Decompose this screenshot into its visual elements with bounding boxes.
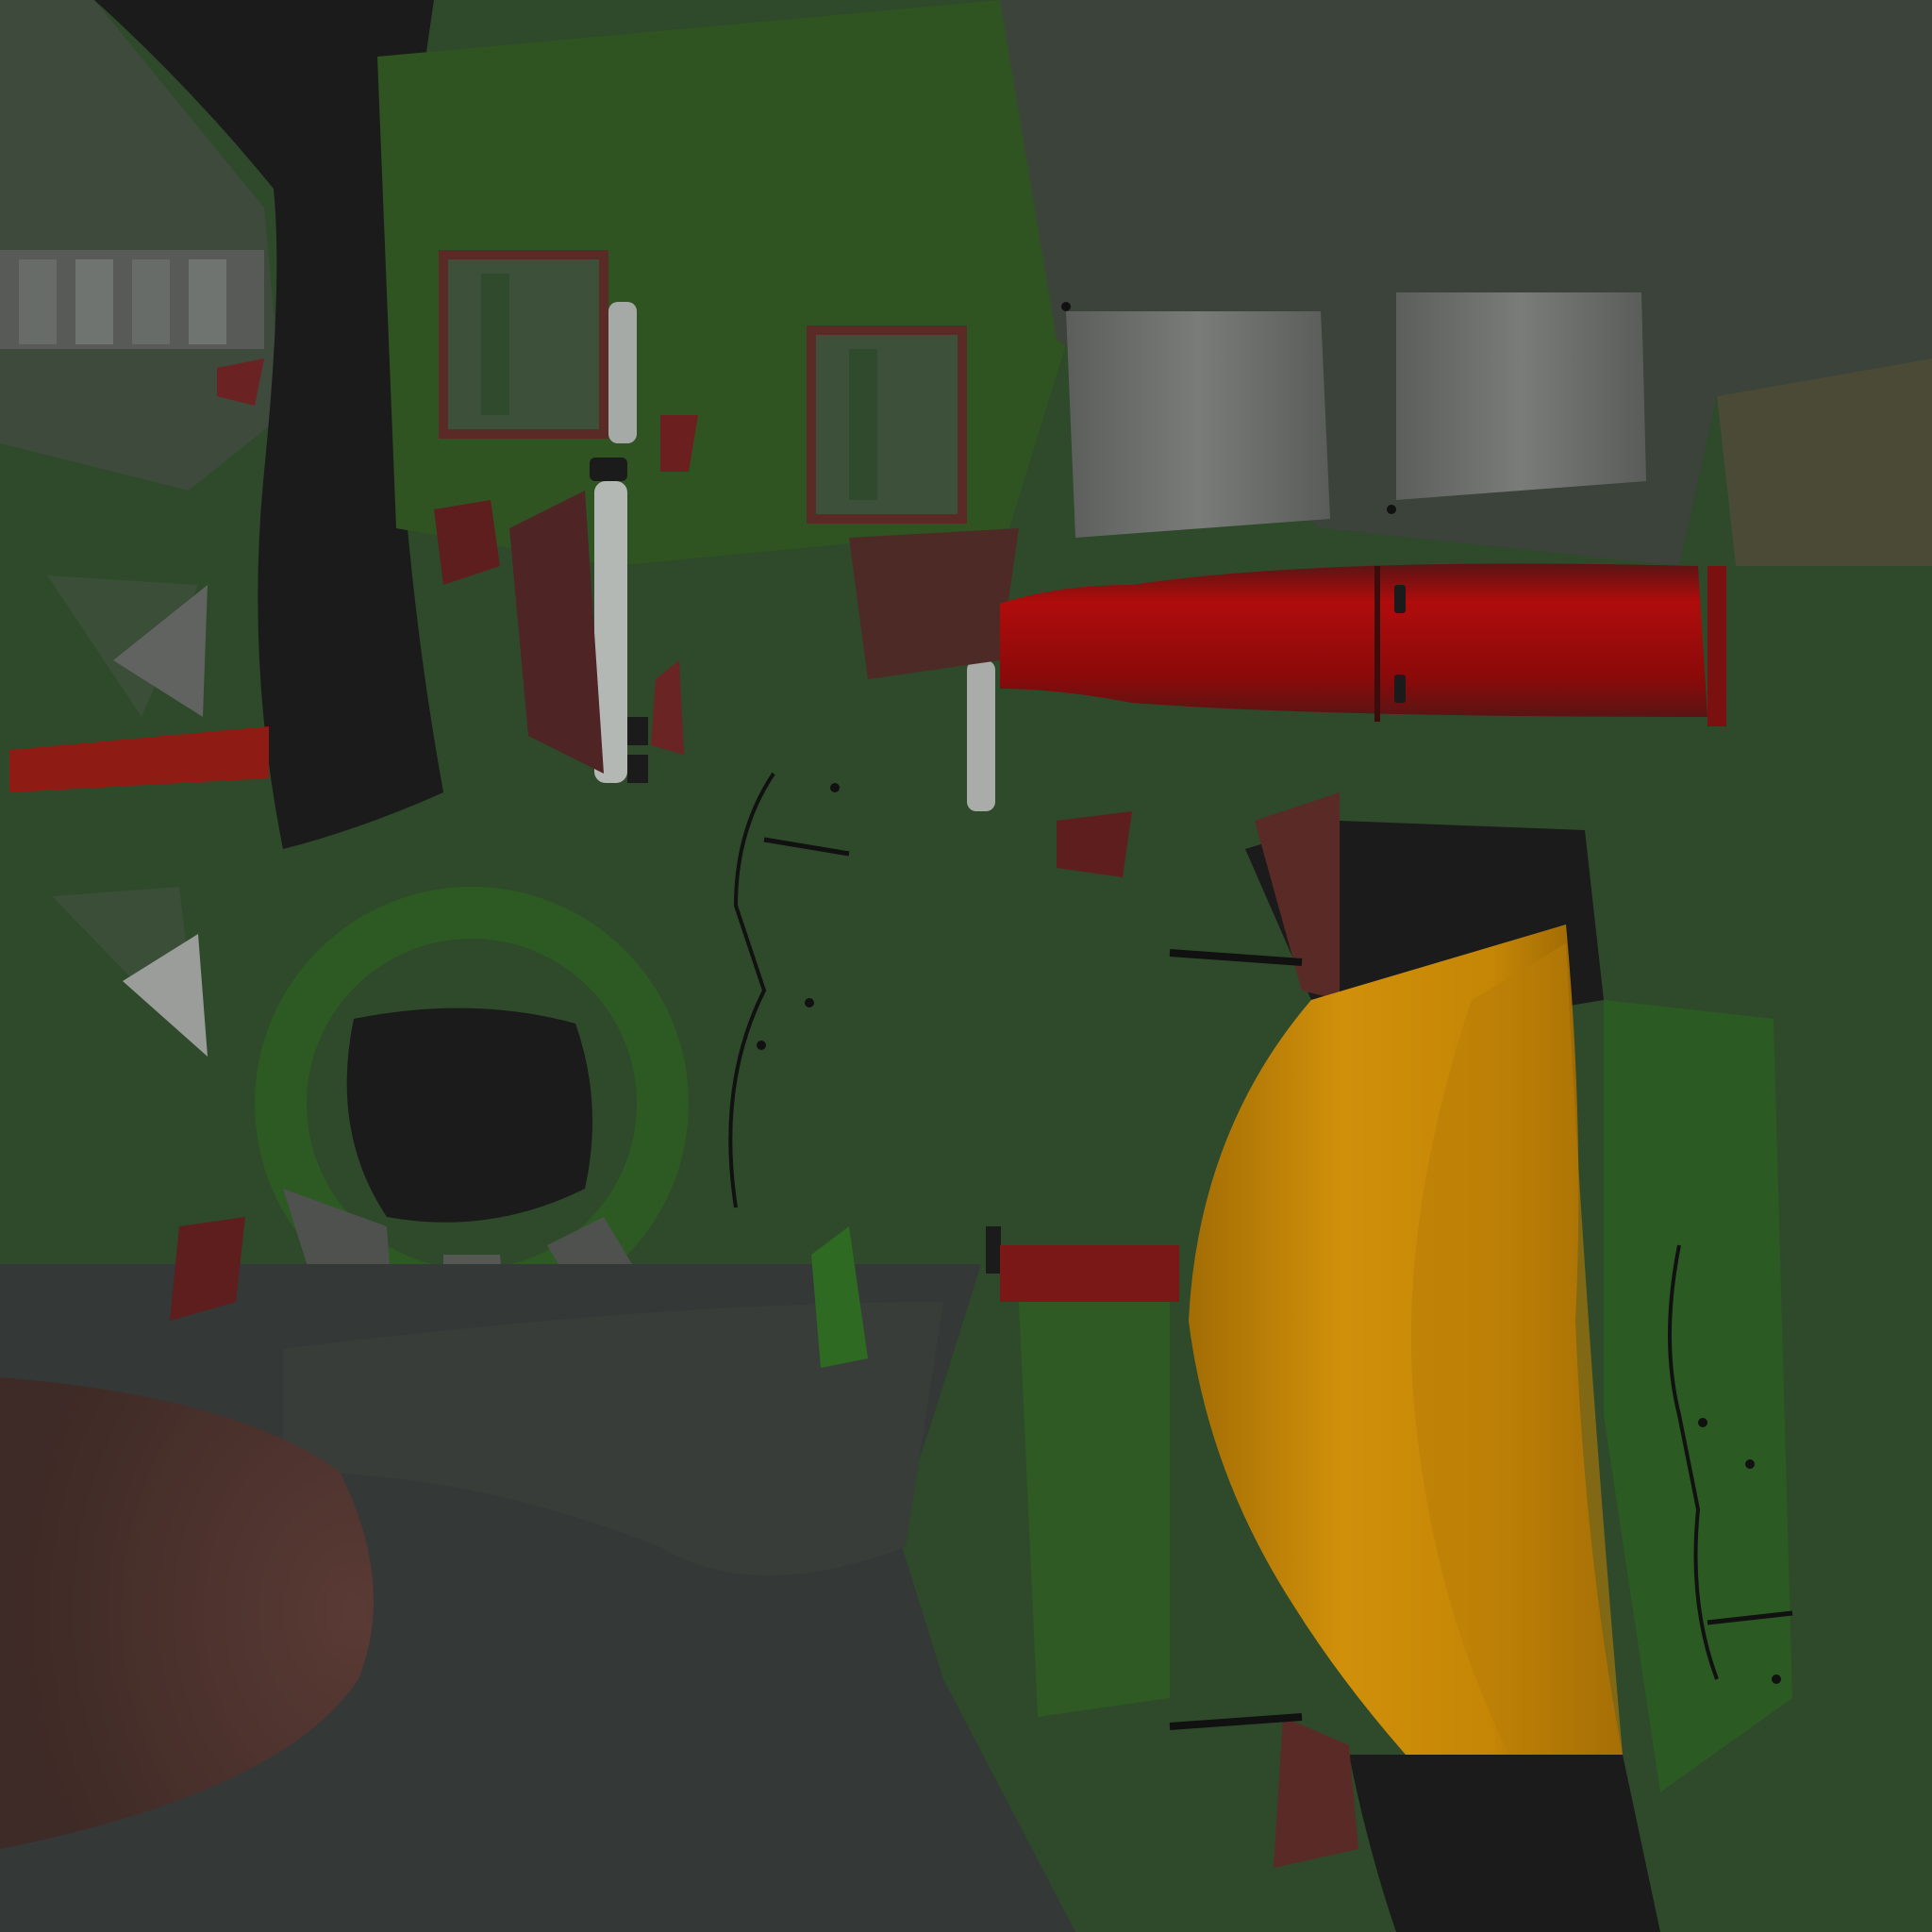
red-tube-end-cap (1707, 566, 1726, 726)
grey-stripe-1 (19, 259, 57, 344)
grey-stripe-2 (75, 259, 113, 344)
upper-panel-right-stripe (849, 349, 877, 500)
black-hole-center (346, 1008, 592, 1223)
dot-1 (1061, 302, 1071, 311)
grey-panel-left (1066, 311, 1330, 538)
grey-stripe-4 (189, 259, 226, 344)
red-small-block (1000, 1245, 1179, 1302)
red-tube-slot-1 (1394, 585, 1406, 613)
dot-4 (805, 998, 814, 1008)
maroon-wedge-5 (1057, 811, 1132, 877)
black-nub-4 (986, 1226, 1001, 1274)
upper-panel-right (807, 325, 967, 524)
dot-5 (757, 1041, 766, 1050)
grey-panel-right (1396, 292, 1646, 500)
green-highlight-2 (1019, 1283, 1170, 1717)
red-tube (1000, 563, 1707, 717)
grey-stripe-3 (132, 259, 170, 344)
black-nub-1 (590, 458, 627, 481)
uv-texture-atlas (0, 0, 1932, 1932)
light-grey-strip-1 (608, 302, 637, 443)
dot-7 (1745, 1459, 1755, 1469)
black-nub-2 (627, 717, 648, 745)
black-bottom-boot (1349, 1755, 1660, 1932)
maroon-wedge-6 (849, 528, 1019, 679)
dot-2 (1387, 505, 1396, 514)
dot-6 (1698, 1418, 1707, 1427)
upper-panel-left-stripe (481, 274, 509, 415)
upper-panel-left (439, 250, 608, 439)
dot-8 (1772, 1674, 1781, 1684)
light-grey-strip-3 (967, 660, 995, 811)
dot-3 (830, 783, 840, 792)
black-nub-3 (627, 755, 648, 783)
red-tube-slot-2 (1394, 675, 1406, 703)
